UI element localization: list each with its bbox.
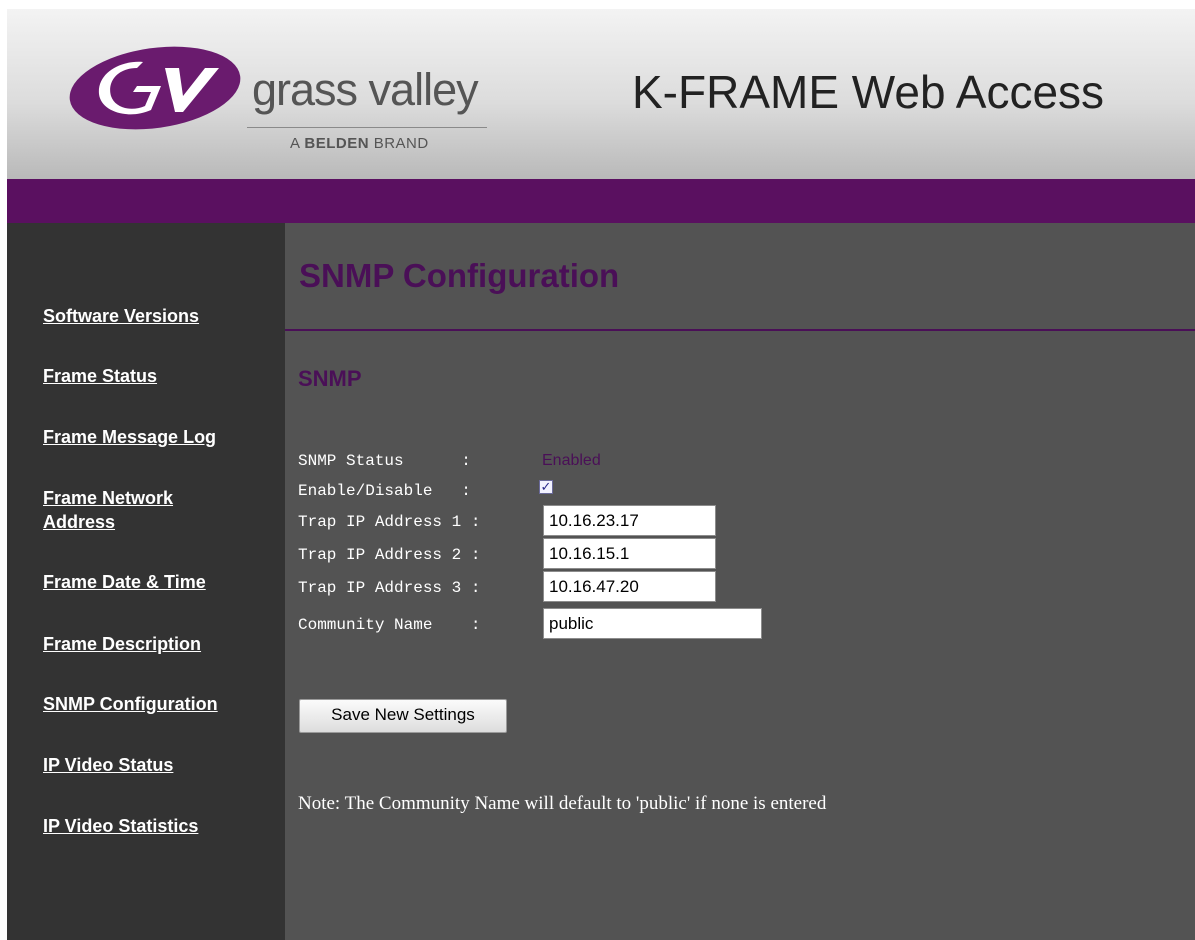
title-divider [285,329,1195,331]
sidebar: Software Versions Frame Status Frame Mes… [7,223,285,940]
sidebar-item-frame-status[interactable]: Frame Status [43,364,263,388]
trap-ip-2-input[interactable] [543,538,716,569]
snmp-status-value: Enabled [542,452,601,469]
logo-wordmark: grass valley [252,64,479,115]
header: grass valley A BELDEN BRAND K-FRAME Web … [7,9,1195,179]
enable-disable-label: Enable/Disable : [298,482,481,500]
sidebar-item-frame-date-time[interactable]: Frame Date & Time [43,570,263,594]
logo-tagline-suffix: BRAND [369,135,429,152]
sidebar-item-frame-message-log[interactable]: Frame Message Log [43,425,263,449]
save-settings-button[interactable]: Save New Settings [299,699,507,733]
trap-ip-3-label: Trap IP Address 3 : [298,579,491,597]
logo-tagline-brand: BELDEN [304,135,370,152]
sidebar-item-ip-video-statistics[interactable]: IP Video Statistics [43,814,263,838]
section-title: SNMP [298,366,362,391]
community-name-note: Note: The Community Name will default to… [298,793,827,814]
community-name-input[interactable] [543,608,762,639]
community-name-label: Community Name : [298,616,491,634]
logo-divider [247,127,487,128]
logo-tagline-prefix: A [290,135,305,152]
page-title: SNMP Configuration [299,257,620,294]
sidebar-item-ip-video-status[interactable]: IP Video Status [43,753,263,777]
sidebar-item-frame-network-address[interactable]: Frame Network Address [43,486,213,534]
main-content: SNMP Configuration SNMP SNMP Status : En… [285,223,1195,940]
sidebar-item-frame-description[interactable]: Frame Description [43,632,263,656]
trap-ip-1-input[interactable] [543,505,716,536]
grass-valley-logo-icon [69,46,241,130]
header-band [7,179,1195,223]
trap-ip-2-label: Trap IP Address 2 : [298,546,491,564]
snmp-status-label: SNMP Status : [298,452,481,470]
enable-checkbox[interactable]: ✓ [539,480,553,494]
trap-ip-1-label: Trap IP Address 1 : [298,513,491,531]
trap-ip-3-input[interactable] [543,571,716,602]
sidebar-item-software-versions[interactable]: Software Versions [43,304,263,328]
app-title: K-FRAME Web Access [632,66,1105,118]
logo-tagline: A BELDEN BRAND [290,135,429,152]
check-icon: ✓ [540,479,552,494]
sidebar-item-snmp-configuration[interactable]: SNMP Configuration [43,692,263,716]
